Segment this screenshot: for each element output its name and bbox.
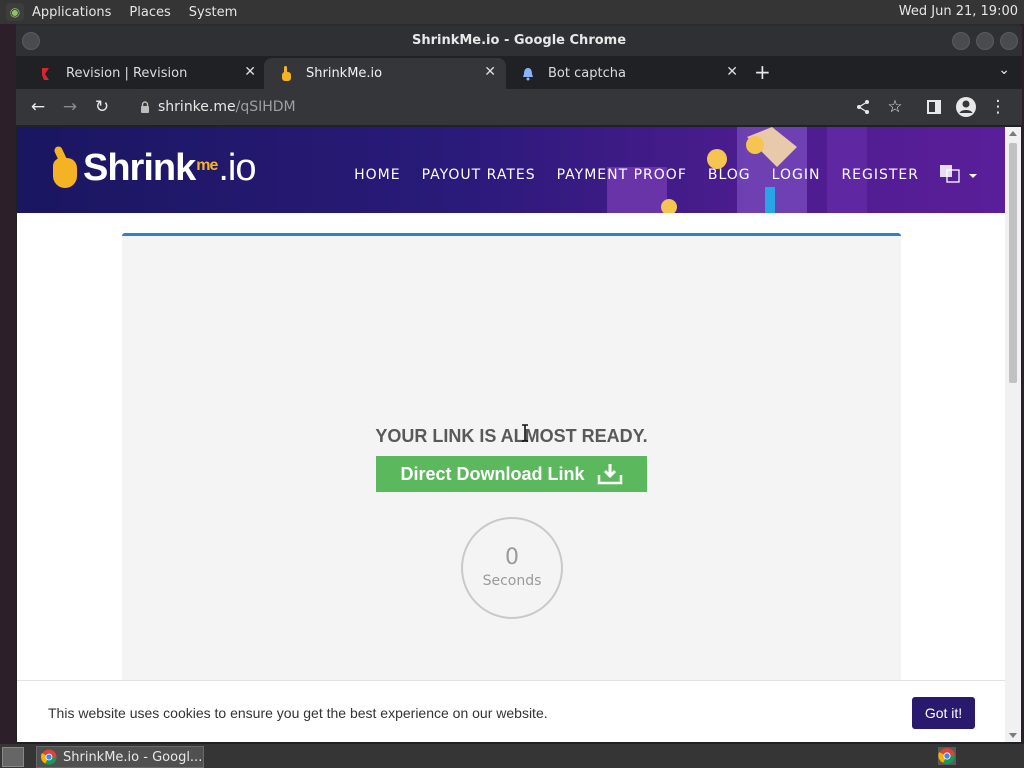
scroll-up-icon[interactable] xyxy=(1009,131,1017,136)
close-tab-icon[interactable]: ✕ xyxy=(484,64,496,80)
window-title: ShrinkMe.io - Google Chrome xyxy=(411,33,627,48)
language-translate-icon[interactable] xyxy=(939,163,977,183)
nav-login[interactable]: LOGIN xyxy=(772,167,821,187)
share-icon[interactable] xyxy=(851,95,875,119)
cookie-accept-button[interactable]: Got it! xyxy=(912,697,975,729)
taskbar-task-label: ShrinkMe.io - Googl... xyxy=(63,749,203,765)
download-button-label: Direct Download Link xyxy=(400,463,585,484)
kebab-menu-icon[interactable]: ⋮ xyxy=(986,95,1010,119)
menu-places[interactable]: Places xyxy=(129,5,170,20)
bell-icon xyxy=(520,66,536,82)
panel-clock[interactable]: Wed Jun 21, 19:00 xyxy=(899,4,1018,19)
cookie-banner: This website uses cookies to ensure you … xyxy=(17,680,1005,742)
maximize-icon[interactable] xyxy=(976,32,994,50)
tab-label: Revision | Revision xyxy=(66,66,188,81)
countdown-timer: 0 Seconds xyxy=(461,517,563,619)
url-text: shrinke.me/qSIHDM xyxy=(158,93,296,121)
direct-download-button[interactable]: Direct Download Link xyxy=(376,456,647,492)
hand-pointer-icon xyxy=(278,65,294,82)
forward-arrow-icon[interactable]: → xyxy=(58,95,82,119)
menu-system[interactable]: System xyxy=(189,5,237,20)
lock-icon[interactable] xyxy=(140,93,150,123)
tab-strip: Revision | Revision ✕ ShrinkMe.io ✕ Bot … xyxy=(16,56,1022,89)
minimize-icon[interactable] xyxy=(952,32,970,50)
scroll-down-icon[interactable] xyxy=(1009,733,1017,738)
side-panel-icon[interactable] xyxy=(922,95,946,119)
desktop-background xyxy=(0,24,16,744)
chrome-icon xyxy=(41,749,57,765)
page-viewport: Shrinkme.io HOME PAYOUT RATES PAYMENT PR… xyxy=(17,127,1005,742)
nav-register[interactable]: REGISTER xyxy=(841,167,919,187)
nav-blog[interactable]: BLOG xyxy=(708,167,751,187)
tab-shrinkme[interactable]: ShrinkMe.io ✕ xyxy=(264,58,506,89)
show-desktop-icon[interactable] xyxy=(2,747,24,767)
back-arrow-icon[interactable]: ← xyxy=(26,95,50,119)
cookie-message: This website uses cookies to ensure you … xyxy=(48,705,548,721)
nav-payout-rates[interactable]: PAYOUT RATES xyxy=(422,167,536,187)
tab-label: ShrinkMe.io xyxy=(306,66,383,81)
nav-home[interactable]: HOME xyxy=(354,167,400,187)
text-cursor-icon xyxy=(522,424,528,442)
browser-toolbar: ← → ↻ shrinke.me/qSIHDM ☆ ⋮ xyxy=(16,89,1022,125)
tab-search-chevron-icon[interactable]: ⌄ xyxy=(998,62,1010,78)
scrollbar-thumb[interactable] xyxy=(1009,143,1017,383)
close-tab-icon[interactable]: ✕ xyxy=(244,64,256,80)
tab-revision[interactable]: Revision | Revision ✕ xyxy=(24,58,266,89)
timer-label: Seconds xyxy=(482,573,542,589)
browser-window: ShrinkMe.io - Google Chrome Revision | R… xyxy=(16,26,1022,744)
mint-menu-icon[interactable]: ◉ xyxy=(6,3,24,21)
page-scrollbar[interactable] xyxy=(1005,127,1021,742)
desktop-taskbar: ShrinkMe.io - Googl... xyxy=(0,744,1024,768)
logo-text: Shrinkme.io xyxy=(83,146,257,189)
nav-payment-proof[interactable]: PAYMENT PROOF xyxy=(557,167,687,187)
reload-icon[interactable]: ↻ xyxy=(90,95,114,119)
site-nav: HOME PAYOUT RATES PAYMENT PROOF BLOG LOG… xyxy=(333,165,977,187)
close-window-icon[interactable] xyxy=(1000,32,1018,50)
window-menu-icon[interactable] xyxy=(22,32,40,50)
profile-avatar-icon[interactable] xyxy=(954,95,978,119)
window-titlebar[interactable]: ShrinkMe.io - Google Chrome xyxy=(16,26,1022,56)
close-tab-icon[interactable]: ✕ xyxy=(726,64,738,80)
tab-label: Bot captcha xyxy=(548,66,626,81)
new-tab-icon[interactable]: + xyxy=(754,60,771,84)
address-bar[interactable]: shrinke.me/qSIHDM xyxy=(130,93,890,121)
hand-pointer-icon xyxy=(43,144,83,192)
tab-bot-captcha[interactable]: Bot captcha ✕ xyxy=(506,58,748,89)
link-ready-heading: YOUR LINK IS ALMOST READY. xyxy=(375,426,648,446)
tray-chrome-icon[interactable] xyxy=(938,747,956,765)
download-icon xyxy=(597,464,622,485)
site-header: Shrinkme.io HOME PAYOUT RATES PAYMENT PR… xyxy=(17,127,1005,213)
link-card: YOUR LINK IS ALMOST READY. Direct Downlo… xyxy=(122,233,901,742)
url-host: shrinke.me xyxy=(158,99,236,115)
url-path: /qSIHDM xyxy=(235,99,296,115)
timer-value: 0 xyxy=(505,545,519,570)
revision-icon xyxy=(38,66,54,82)
bookmark-star-icon[interactable]: ☆ xyxy=(883,95,907,119)
shrinkme-logo[interactable]: Shrinkme.io xyxy=(43,141,257,195)
desktop-top-panel: ◉ Applications Places System Wed Jun 21,… xyxy=(0,0,1024,24)
taskbar-chrome-window[interactable]: ShrinkMe.io - Googl... xyxy=(36,746,204,768)
menu-applications[interactable]: Applications xyxy=(32,5,111,20)
